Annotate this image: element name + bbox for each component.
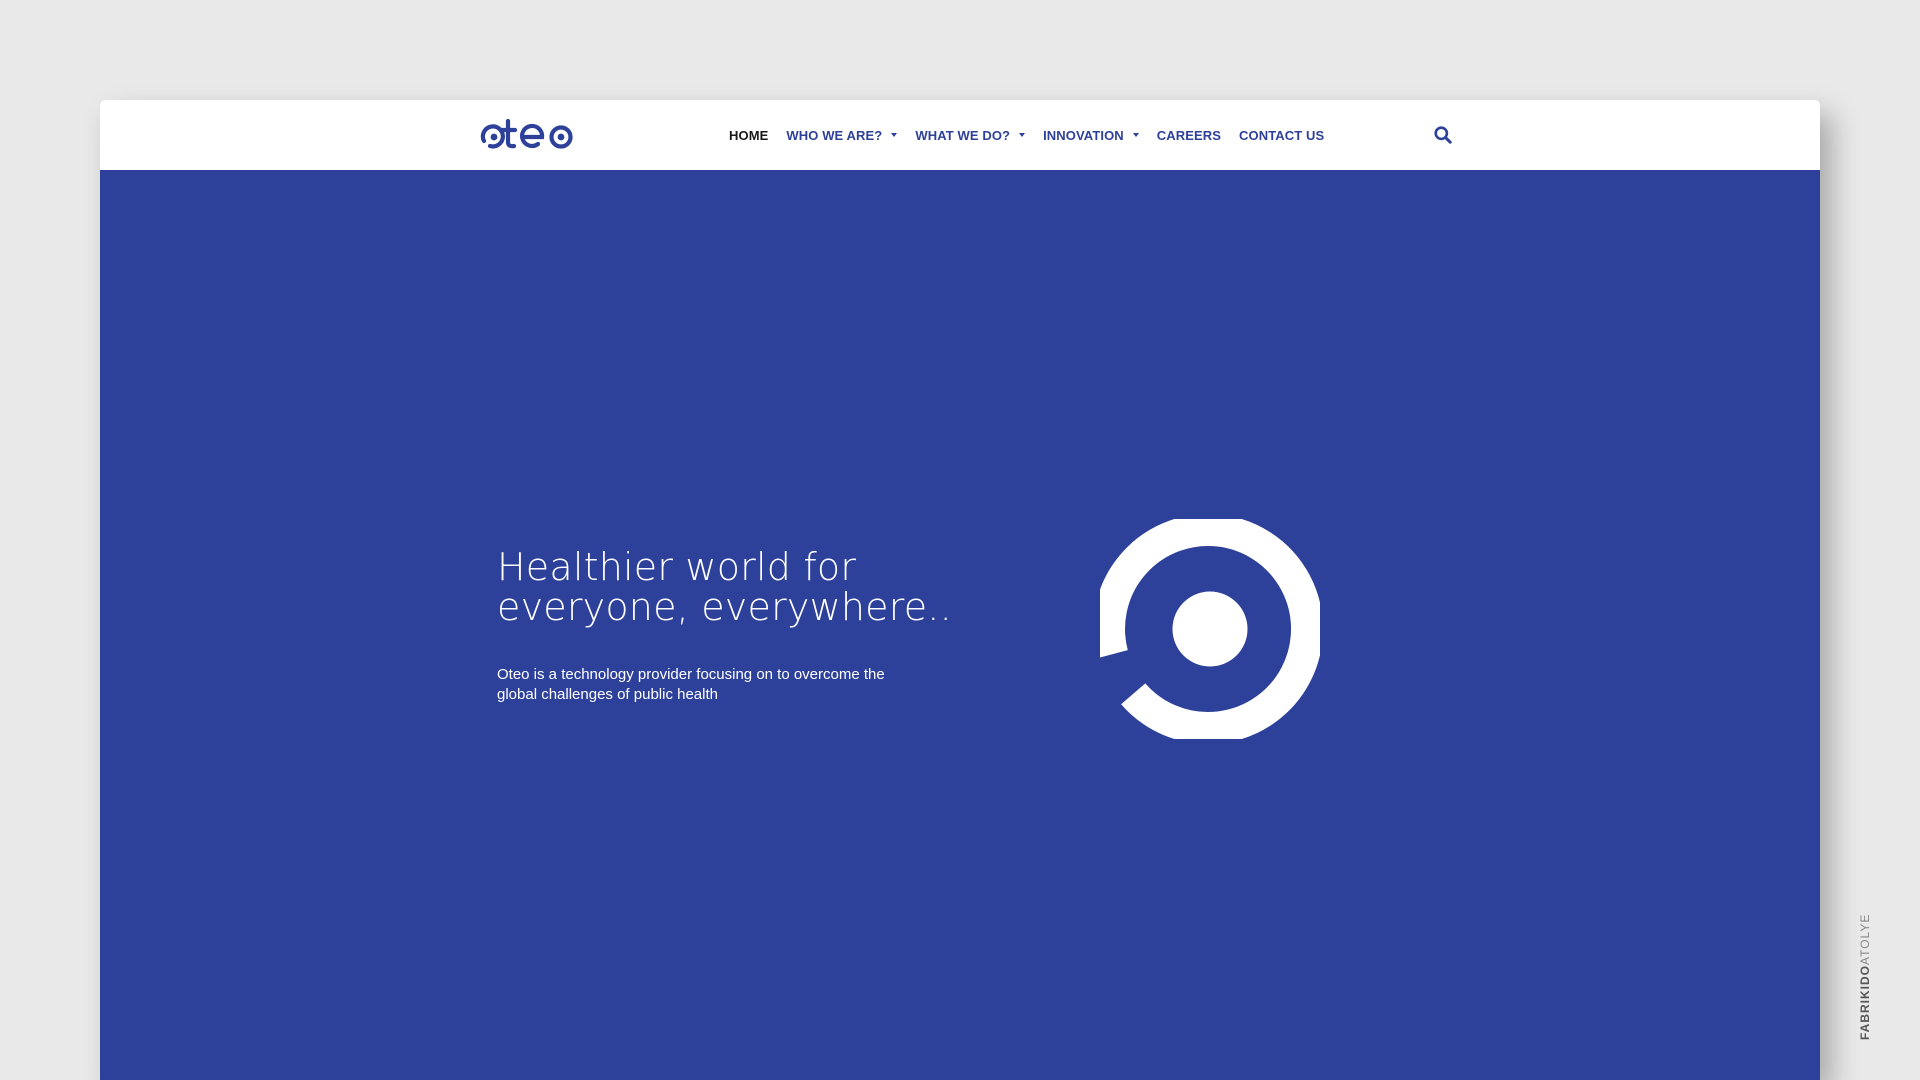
hero-description: Oteo is a technology provider focusing o… — [497, 665, 957, 705]
watermark-bold: FABRIKIDO — [1858, 965, 1872, 1040]
oteo-logo[interactable] — [478, 115, 574, 153]
search-icon[interactable] — [1433, 125, 1453, 145]
caret-down-icon — [891, 133, 898, 137]
nav-label-contact-us: CONTACT US — [1239, 127, 1325, 143]
site-header: HOME WHO WE ARE? WHAT WE DO? INNOVATION … — [100, 100, 1820, 170]
watermark-credit: FABRIKIDOATOLYE — [1858, 914, 1872, 1040]
nav-item-careers[interactable]: CAREERS — [1148, 100, 1230, 170]
nav-label-innovation: INNOVATION — [1043, 127, 1124, 143]
watermark-light: ATOLYE — [1858, 913, 1872, 965]
nav-label-who-we-are: WHO WE ARE? — [786, 127, 883, 143]
nav-item-who-we-are[interactable]: WHO WE ARE? — [777, 100, 906, 170]
nav-item-home[interactable]: HOME — [720, 100, 777, 170]
hero-title-line-2: everyone, everywhere.. — [497, 585, 952, 629]
hero-title: Healthier world for everyone, everywhere… — [497, 547, 1017, 627]
nav-label-careers: CAREERS — [1156, 127, 1222, 143]
nav-item-innovation[interactable]: INNOVATION — [1034, 100, 1148, 170]
nav-item-contact-us[interactable]: CONTACT US — [1230, 100, 1333, 170]
website-frame: HOME WHO WE ARE? WHAT WE DO? INNOVATION … — [100, 100, 1820, 1080]
caret-down-icon — [1019, 133, 1026, 137]
hero-description-line-1: Oteo is a technology provider focusing o… — [497, 666, 885, 683]
nav-item-what-we-do[interactable]: WHAT WE DO? — [906, 100, 1034, 170]
nav-label-what-we-do: WHAT WE DO? — [915, 127, 1011, 143]
oteo-o-mark-icon — [1100, 519, 1320, 739]
main-navigation: HOME WHO WE ARE? WHAT WE DO? INNOVATION … — [720, 100, 1333, 170]
hero-description-line-2: global challenges of public health — [497, 686, 718, 703]
caret-down-icon — [1132, 133, 1139, 137]
nav-label-home: HOME — [729, 127, 769, 143]
hero-title-line-1: Healthier world for — [497, 545, 857, 589]
